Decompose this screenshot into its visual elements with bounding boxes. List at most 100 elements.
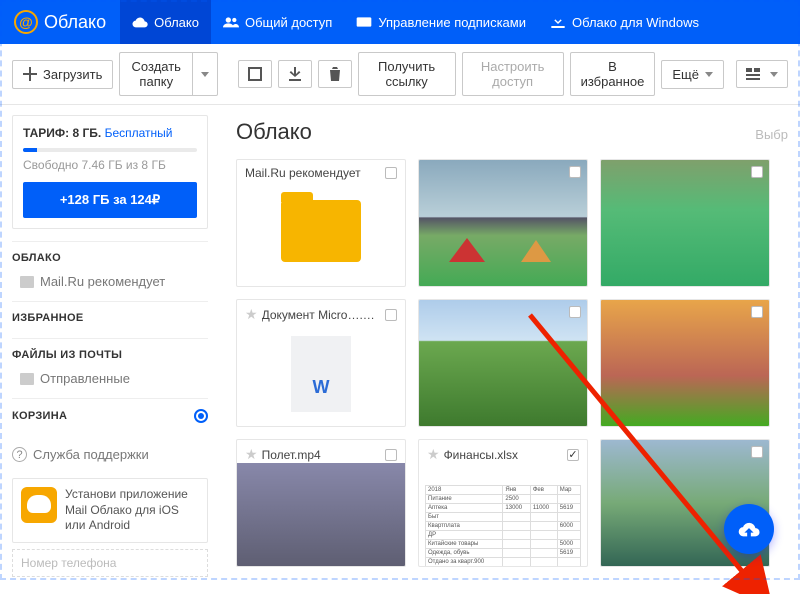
- card-icon: [356, 15, 372, 29]
- nav-tab-windows[interactable]: Облако для Windows: [538, 0, 711, 44]
- new-folder-label: Создать папку: [130, 59, 182, 89]
- sidebar-item-sent[interactable]: Отправленные: [12, 367, 208, 390]
- download-icon: [288, 67, 302, 81]
- page-title-row: Облако Выбр: [236, 119, 788, 145]
- download-button[interactable]: [278, 60, 312, 88]
- get-link-label: Получить ссылку: [369, 59, 445, 89]
- get-link-button[interactable]: Получить ссылку: [358, 52, 456, 96]
- chevron-down-icon: [770, 72, 778, 77]
- sheet-thumb: 2018ЯнвФевМарПитание2500Аптека1300011000…: [419, 463, 587, 567]
- page-title: Облако: [236, 119, 312, 145]
- nav-tab-shared[interactable]: Общий доступ: [211, 0, 344, 44]
- tile-checkbox[interactable]: [751, 166, 763, 178]
- tile-video[interactable]: ★ Полет.mp4: [236, 439, 406, 567]
- app-promo: Установи приложение Mail Облако для iOS …: [12, 478, 208, 543]
- trash-radio-icon[interactable]: [194, 409, 208, 423]
- sidebar-item-recommend[interactable]: Mail.Ru рекомендует: [12, 270, 208, 293]
- nav-tab-label: Облако: [154, 15, 199, 30]
- tile-checkbox[interactable]: [385, 167, 397, 179]
- storage-progress: [23, 148, 197, 152]
- word-icon: W: [291, 336, 351, 412]
- tile-photo-1[interactable]: [418, 159, 588, 287]
- brand-name: Облако: [44, 12, 106, 33]
- tile-photo-2[interactable]: [600, 159, 770, 287]
- phone-input[interactable]: Номер телефона: [12, 549, 208, 577]
- free-space-text: Свободно 7.46 ГБ из 8 ГБ: [23, 158, 197, 172]
- square-icon: [248, 67, 262, 81]
- chevron-down-icon: [705, 72, 713, 77]
- sidebar-section-mailfiles: ФАЙЛЫ ИЗ ПОЧТЫ Отправленные: [12, 338, 208, 398]
- folder-icon: [281, 200, 361, 262]
- cloud-upload-icon: [738, 518, 760, 540]
- sidebar-head-trash[interactable]: КОРЗИНА: [12, 409, 208, 423]
- nav-tabs: Облако Общий доступ Управление подпискам…: [120, 0, 711, 44]
- tariff-plan-link[interactable]: Бесплатный: [105, 126, 173, 140]
- app-icon: [21, 487, 57, 523]
- sidebar-head-mailfiles: ФАЙЛЫ ИЗ ПОЧТЫ: [12, 349, 208, 361]
- new-folder-split: Создать папку: [119, 52, 218, 96]
- tariff-line: ТАРИФ: 8 ГБ. Бесплатный: [23, 126, 197, 140]
- tile-folder-recommend[interactable]: Mail.Ru рекомендует: [236, 159, 406, 287]
- upload-label: Загрузить: [43, 67, 102, 82]
- view-mode-button[interactable]: [736, 60, 788, 88]
- tile-title: Документ Micro….docx: [262, 308, 381, 322]
- nav-tab-label: Управление подписками: [378, 15, 526, 30]
- select-all-button[interactable]: [238, 60, 272, 88]
- top-nav: @ Облако Облако Общий доступ Управление …: [0, 0, 800, 44]
- brand-logo[interactable]: @ Облако: [0, 10, 120, 34]
- tile-photo-4[interactable]: [600, 299, 770, 427]
- upload-fab[interactable]: [724, 504, 774, 554]
- cloud-icon: [132, 15, 148, 29]
- delete-button[interactable]: [318, 60, 352, 88]
- video-thumb: [237, 463, 405, 567]
- tile-checkbox[interactable]: [385, 449, 397, 461]
- sidebar-head-fav: ИЗБРАННОЕ: [12, 312, 208, 324]
- main-area: Облако Выбр Mail.Ru рекомендует ★ Докумен…: [220, 105, 800, 594]
- nav-tab-cloud[interactable]: Облако: [120, 0, 211, 44]
- new-folder-caret[interactable]: [192, 52, 218, 96]
- favorite-button[interactable]: В избранное: [570, 52, 656, 96]
- view-icon: [746, 67, 760, 81]
- file-grid: Mail.Ru рекомендует ★ Документ Micro….doc…: [236, 159, 788, 567]
- folder-icon: [20, 373, 34, 385]
- new-folder-button[interactable]: Создать папку: [119, 52, 192, 96]
- tile-spreadsheet[interactable]: ★Финансы.xlsx 2018ЯнвФевМарПитание2500Ап…: [418, 439, 588, 567]
- tile-photo-3[interactable]: [418, 299, 588, 427]
- tile-title: Полет.mp4: [262, 448, 381, 462]
- trash-icon: [328, 67, 342, 81]
- upgrade-button[interactable]: +128 ГБ за 124₽: [23, 182, 197, 218]
- download-icon: [550, 15, 566, 29]
- nav-tab-label: Облако для Windows: [572, 15, 699, 30]
- set-access-button[interactable]: Настроить доступ: [462, 52, 564, 96]
- tile-checkbox[interactable]: [751, 306, 763, 318]
- nav-tab-subscriptions[interactable]: Управление подписками: [344, 0, 538, 44]
- tile-doc[interactable]: ★ Документ Micro….docx W: [236, 299, 406, 427]
- promo-text: Установи приложение Mail Облако для iOS …: [65, 487, 199, 534]
- tile-checkbox[interactable]: [569, 166, 581, 178]
- more-button[interactable]: Ещё: [661, 60, 724, 89]
- tile-checkbox[interactable]: [567, 449, 579, 461]
- star-icon[interactable]: ★: [427, 446, 440, 463]
- favorite-label: В избранное: [581, 59, 645, 89]
- star-icon[interactable]: ★: [245, 306, 258, 323]
- tile-checkbox[interactable]: [751, 446, 763, 458]
- sidebar-section-fav: ИЗБРАННОЕ: [12, 301, 208, 338]
- support-link[interactable]: ?Служба поддержки: [12, 437, 208, 472]
- tile-checkbox[interactable]: [569, 306, 581, 318]
- tile-title: Mail.Ru рекомендует: [245, 166, 381, 180]
- folder-icon: [20, 276, 34, 288]
- people-icon: [223, 15, 239, 29]
- at-icon: @: [14, 10, 38, 34]
- tariff-label: ТАРИФ: 8 ГБ.: [23, 126, 101, 140]
- set-access-label: Настроить доступ: [473, 59, 553, 89]
- tile-checkbox[interactable]: [385, 309, 397, 321]
- toolbar: Загрузить Создать папку Получить ссылку …: [0, 44, 800, 105]
- chevron-down-icon: [201, 72, 209, 77]
- help-icon: ?: [12, 447, 27, 462]
- star-icon[interactable]: ★: [245, 446, 258, 463]
- tariff-box: ТАРИФ: 8 ГБ. Бесплатный Свободно 7.46 ГБ…: [12, 115, 208, 229]
- more-label: Ещё: [672, 67, 699, 82]
- sidebar: ТАРИФ: 8 ГБ. Бесплатный Свободно 7.46 ГБ…: [0, 105, 220, 594]
- upload-button[interactable]: Загрузить: [12, 60, 113, 89]
- sidebar-section-cloud: ОБЛАКО Mail.Ru рекомендует: [12, 241, 208, 301]
